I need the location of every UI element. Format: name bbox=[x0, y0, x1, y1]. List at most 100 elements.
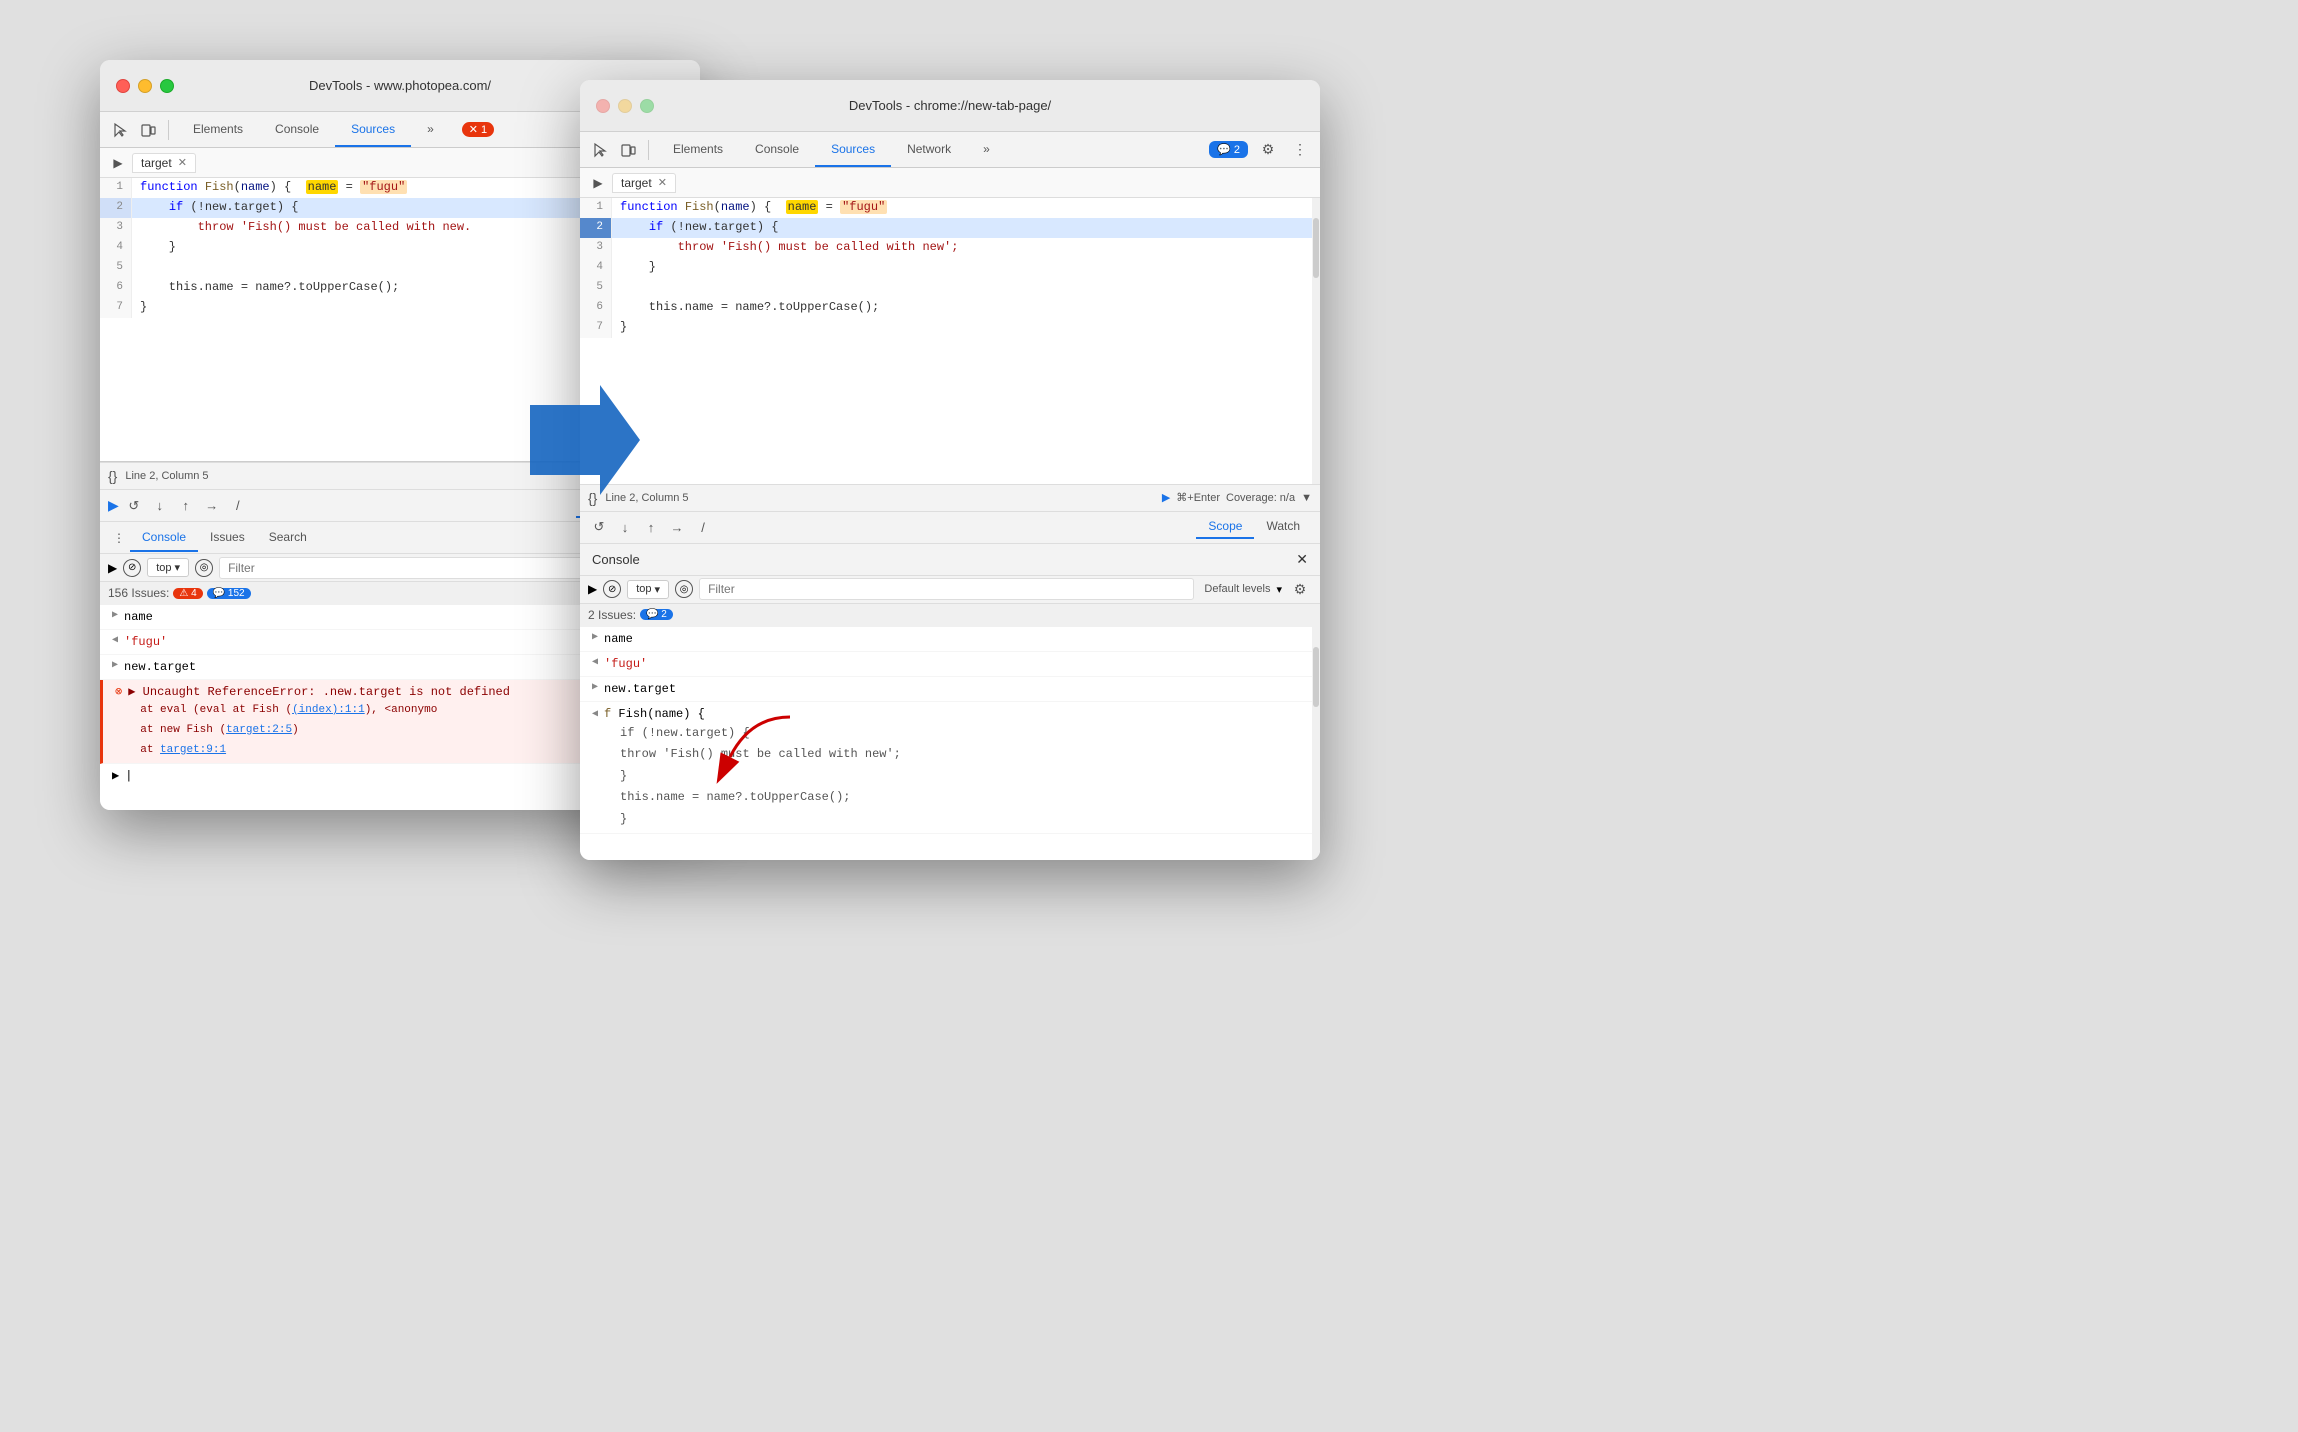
error-badge-1: ✕1 bbox=[462, 122, 494, 137]
top-chevron-1: ▾ bbox=[175, 561, 181, 574]
step-over-icon-1[interactable]: ↺ bbox=[123, 495, 145, 517]
issues-blue-badge-2: 💬 2 bbox=[640, 609, 673, 620]
console-clear-icon-2[interactable]: ▶ bbox=[588, 582, 597, 596]
close-button[interactable] bbox=[116, 79, 130, 93]
step-out-icon-2[interactable]: ↑ bbox=[640, 516, 662, 538]
inspect-icon-2[interactable] bbox=[588, 138, 612, 162]
top-dropdown-2[interactable]: top ▾ bbox=[627, 580, 669, 599]
console-eye-icon-2[interactable]: ◎ bbox=[675, 580, 693, 598]
console-tab-search-1[interactable]: Search bbox=[257, 524, 319, 552]
default-levels-2[interactable]: Default levels bbox=[1204, 583, 1270, 595]
resume-icon-1[interactable]: ▶ bbox=[108, 497, 119, 514]
tab-elements-1[interactable]: Elements bbox=[177, 112, 259, 147]
traffic-lights-1 bbox=[116, 79, 174, 93]
minimize-button-2[interactable] bbox=[618, 99, 632, 113]
file-tab-label-1: target bbox=[141, 156, 172, 170]
code-line2-7: 7 } bbox=[580, 318, 1320, 338]
console-tab-console-1[interactable]: Console bbox=[130, 524, 198, 552]
link-target-2[interactable]: target:9:1 bbox=[160, 744, 226, 756]
file-tab-close-1[interactable]: ✕ bbox=[178, 156, 187, 169]
issues-count-2: 2 Issues: bbox=[588, 608, 636, 622]
chat-count-2: 2 bbox=[1234, 144, 1240, 156]
console-more-icon-1[interactable]: ⋮ bbox=[108, 527, 130, 549]
format-icon-1[interactable]: {} bbox=[108, 468, 117, 484]
console-settings-icon-2[interactable]: ⚙ bbox=[1288, 577, 1312, 601]
window-title-1: DevTools - www.photopea.com/ bbox=[309, 78, 491, 93]
step-into-icon-2[interactable]: ↓ bbox=[614, 516, 636, 538]
scrollbar-2[interactable] bbox=[1312, 198, 1320, 484]
console-tab-issues-1[interactable]: Issues bbox=[198, 524, 257, 552]
titlebar-2: DevTools - chrome://new-tab-page/ bbox=[580, 80, 1320, 132]
collapse-arrow-1[interactable]: ◀ bbox=[112, 633, 118, 648]
code-line2-5: 5 bbox=[580, 278, 1320, 298]
link-index-1[interactable]: (index):1:1 bbox=[292, 704, 365, 716]
minimize-button[interactable] bbox=[138, 79, 152, 93]
expand-arrow-2[interactable]: ▶ bbox=[112, 658, 118, 673]
console-title-2: Console bbox=[592, 552, 640, 567]
console-entry-target-2: ▶ new.target bbox=[580, 677, 1320, 702]
step-over-icon-2[interactable]: ↺ bbox=[588, 516, 610, 538]
settings-icon-2[interactable]: ⚙ bbox=[1256, 138, 1280, 162]
tab-console-2[interactable]: Console bbox=[739, 132, 815, 167]
deactivate-icon-2[interactable]: / bbox=[692, 516, 714, 538]
file-tab-target-1[interactable]: target ✕ bbox=[132, 153, 196, 173]
default-levels-chevron-2[interactable]: ▾ bbox=[1276, 583, 1282, 596]
tab-console-1[interactable]: Console bbox=[259, 112, 335, 147]
top-label-2: top bbox=[636, 583, 651, 595]
step-out-icon-1[interactable]: ↑ bbox=[175, 495, 197, 517]
console-filter-icon-2[interactable]: ⊘ bbox=[603, 580, 621, 598]
issues-count-1: 156 Issues: bbox=[108, 586, 169, 600]
status-bar-2: {} Line 2, Column 5 ▶ ⌘+Enter Coverage: … bbox=[580, 484, 1320, 512]
device-icon[interactable] bbox=[136, 118, 160, 142]
panel-toggle-icon-2[interactable]: ▶ bbox=[588, 173, 608, 193]
expand-arrow-4[interactable]: ▶ bbox=[592, 680, 598, 695]
file-tab-close-2[interactable]: ✕ bbox=[658, 176, 667, 189]
console-close-icon-2[interactable]: ✕ bbox=[1296, 551, 1308, 568]
more-options-icon-2[interactable]: ⋮ bbox=[1288, 138, 1312, 162]
scrollbar-thumb-console-2[interactable] bbox=[1313, 647, 1319, 707]
collapse-arrow-2[interactable]: ◀ bbox=[592, 655, 598, 670]
tab-more-2[interactable]: » bbox=[967, 132, 1006, 167]
step-icon-2[interactable]: → bbox=[666, 516, 688, 538]
run-shortcut-2: ⌘+Enter bbox=[1176, 491, 1220, 504]
tab-sources-2[interactable]: Sources bbox=[815, 132, 891, 167]
expand-arrow-1[interactable]: ▶ bbox=[112, 608, 118, 623]
console-eye-icon-1[interactable]: ◎ bbox=[195, 559, 213, 577]
debug-tab-scope-2[interactable]: Scope bbox=[1196, 515, 1254, 539]
console-toolbar-2: ▶ ⊘ top ▾ ◎ Default levels ▾ ⚙ bbox=[580, 576, 1320, 604]
coverage-filter-icon[interactable]: ▼ bbox=[1301, 492, 1312, 504]
scrollbar-console-2[interactable] bbox=[1312, 627, 1320, 861]
console-clear-icon-1[interactable]: ▶ bbox=[108, 561, 117, 575]
step-into-icon-1[interactable]: ↓ bbox=[149, 495, 171, 517]
issues-row-2: 2 Issues: 💬 2 bbox=[580, 604, 1320, 627]
file-tab-bar-2: ▶ target ✕ bbox=[580, 168, 1320, 198]
collapse-arrow-3[interactable]: ◀ bbox=[592, 707, 598, 722]
close-button-2[interactable] bbox=[596, 99, 610, 113]
file-tab-target-2[interactable]: target ✕ bbox=[612, 173, 676, 193]
fullscreen-button-2[interactable] bbox=[640, 99, 654, 113]
scrollbar-thumb-2[interactable] bbox=[1313, 218, 1319, 278]
console-filter-input-2[interactable] bbox=[699, 578, 1194, 600]
debug-tab-watch-2[interactable]: Watch bbox=[1254, 515, 1312, 539]
top-dropdown-1[interactable]: top ▾ bbox=[147, 558, 189, 577]
tab-more-1[interactable]: » bbox=[411, 112, 450, 147]
tab-elements-2[interactable]: Elements bbox=[657, 132, 739, 167]
expand-arrow-3[interactable]: ▶ bbox=[592, 630, 598, 645]
device-icon-2[interactable] bbox=[616, 138, 640, 162]
console-entry-fugu-2: ◀ 'fugu' bbox=[580, 652, 1320, 677]
step-icon-1[interactable]: → bbox=[201, 495, 223, 517]
chat-badge-2: 💬 2 bbox=[1209, 141, 1248, 158]
issues-red-badge-1: ⚠ 4 bbox=[173, 588, 202, 599]
panel-toggle-icon-1[interactable]: ▶ bbox=[108, 153, 128, 173]
inspect-icon[interactable] bbox=[108, 118, 132, 142]
run-btn-2[interactable]: ▶ bbox=[1162, 491, 1170, 504]
code-line2-6: 6 this.name = name?.toUpperCase(); bbox=[580, 298, 1320, 318]
tab-network-2[interactable]: Network bbox=[891, 132, 967, 167]
tab-sources-1[interactable]: Sources bbox=[335, 112, 411, 147]
toolbar-divider-2 bbox=[648, 140, 649, 160]
cursor-position-1: Line 2, Column 5 bbox=[125, 470, 208, 482]
link-target-1[interactable]: target:2:5 bbox=[226, 724, 292, 736]
fullscreen-button[interactable] bbox=[160, 79, 174, 93]
deactivate-icon-1[interactable]: / bbox=[227, 495, 249, 517]
console-filter-icon-1[interactable]: ⊘ bbox=[123, 559, 141, 577]
